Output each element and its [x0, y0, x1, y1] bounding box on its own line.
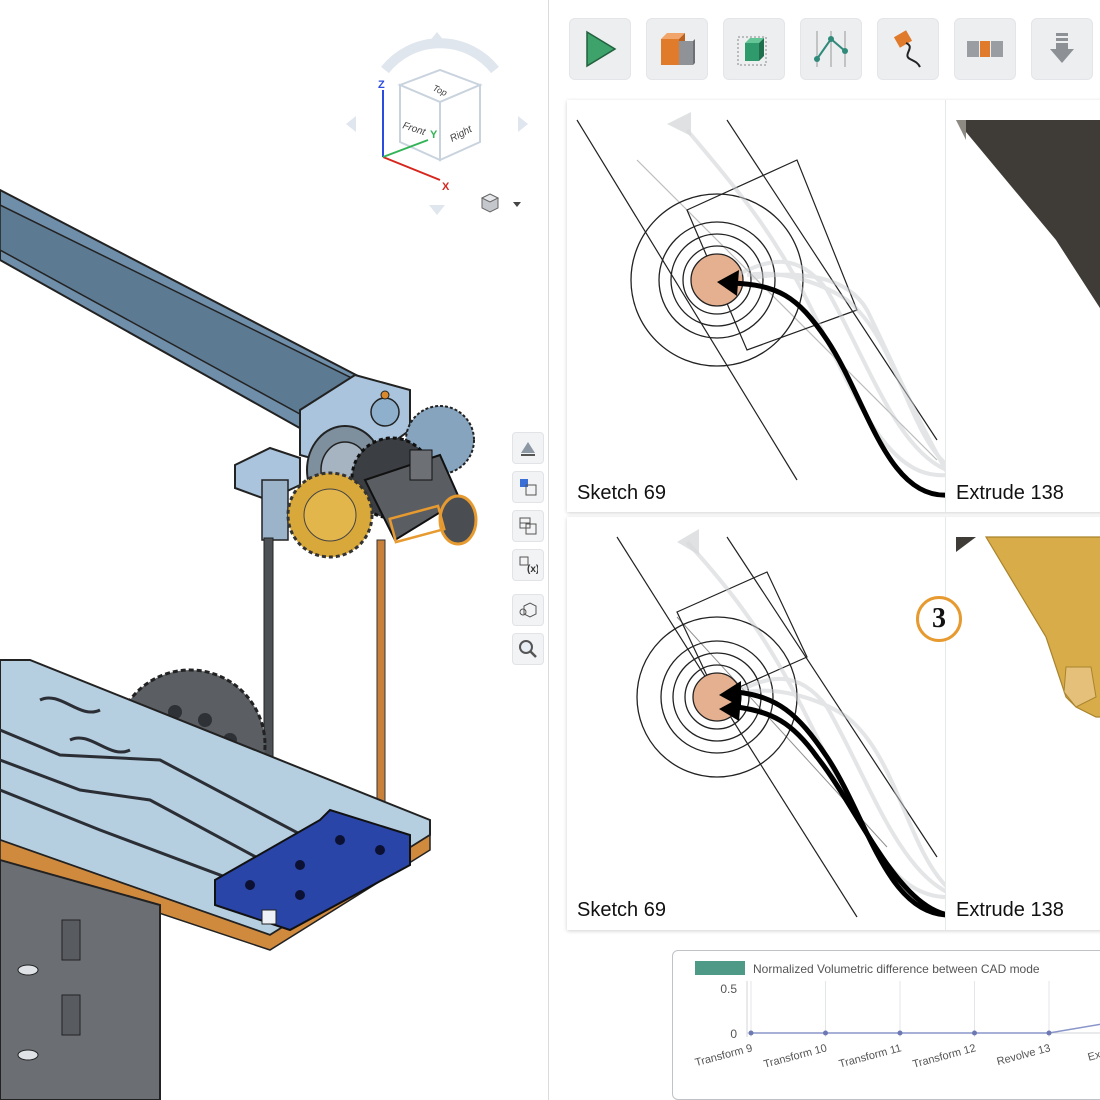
x-tick-label: Transform 12: [911, 1042, 977, 1070]
sketch-view-1[interactable]: Sketch 69: [567, 100, 950, 512]
rod-right: [376, 539, 386, 841]
corner-hole: [370, 397, 400, 427]
arrow-down-icon[interactable]: [429, 205, 445, 215]
y-tick-label: 0.5: [720, 982, 737, 996]
arrow-up-icon[interactable]: [429, 32, 445, 42]
card2-right-label: Extrude 138: [956, 899, 1064, 921]
card2-left-label: Sketch 69: [577, 899, 666, 921]
x-tick-label: Transform 10: [762, 1042, 828, 1070]
split-button[interactable]: [954, 18, 1016, 80]
camera-cube-icon: [519, 602, 537, 618]
orbit-arrow-icon[interactable]: [381, 38, 499, 74]
card1-right-label: Extrude 138: [956, 482, 1064, 504]
comparison-card-1: Sketch 69 Extrude 138: [567, 100, 1100, 512]
bounding-box-button[interactable]: [723, 18, 785, 80]
download-button[interactable]: [1031, 18, 1093, 80]
compare-parts-button[interactable]: [646, 18, 708, 80]
rod-foot: [261, 909, 277, 925]
variables-button[interactable]: (x): [512, 549, 544, 581]
axis-z-label: Z: [378, 79, 385, 91]
axis-x-label: X: [442, 181, 450, 193]
data-point[interactable]: [748, 1030, 754, 1036]
arrow-left-icon[interactable]: [346, 116, 356, 132]
line-graph-icon: [814, 31, 848, 67]
flow-arrow-main-2b: [736, 704, 950, 918]
clamp-post: [261, 479, 289, 541]
chart-canvas: Normalized Volumetric difference between…: [694, 961, 1100, 1071]
svg-text:(x): (x): [527, 564, 538, 575]
sketch-path-button[interactable]: [877, 18, 939, 80]
faded-arrow-head: [667, 112, 691, 136]
legend-swatch[interactable]: [695, 961, 745, 975]
motor-end-highlight[interactable]: [438, 494, 478, 546]
pencil-plane-icon: [521, 442, 535, 456]
axis-x-line: [382, 156, 441, 181]
named-views-button[interactable]: [512, 594, 544, 626]
data-point[interactable]: [823, 1030, 828, 1036]
card1-left-label: Sketch 69: [577, 482, 666, 504]
zoom-button[interactable]: [512, 633, 544, 665]
pin: [380, 390, 390, 400]
chevron-down-icon: [513, 202, 521, 207]
gear-gold-hub: [303, 488, 357, 542]
x-tick-label: Revolve 13: [995, 1042, 1051, 1068]
x-tick-label: Extrude: [1087, 1042, 1100, 1063]
magnifier-icon: [519, 640, 537, 658]
data-point[interactable]: [972, 1030, 977, 1036]
comparison-card-2: Sketch 69 Extrude 138: [567, 517, 1100, 930]
sketch-path-icon: [893, 30, 921, 68]
step-badge-3: 3: [916, 596, 962, 642]
variable-table-icon: (x): [519, 556, 538, 575]
part-compare-icon: [661, 33, 695, 65]
motor-tab: [409, 449, 433, 481]
play-icon: [586, 30, 617, 68]
data-point[interactable]: [897, 1030, 903, 1036]
play-button[interactable]: [569, 18, 631, 80]
mate-connector-button[interactable]: [512, 471, 544, 503]
extrude-view-1[interactable]: Extrude 138: [946, 100, 1100, 512]
x-tick-label: Transform 11: [838, 1042, 903, 1070]
axis-y-label: Y: [430, 129, 438, 141]
side-toolbar: (x): [508, 432, 548, 672]
grid-cube-icon: [520, 479, 537, 496]
arrow-right-icon[interactable]: [518, 116, 528, 132]
table-cube-icon: [519, 517, 537, 535]
graph-button[interactable]: [800, 18, 862, 80]
volumetric-difference-chart[interactable]: Normalized Volumetric difference between…: [672, 950, 1100, 1100]
sketch-view-2[interactable]: Sketch 69: [567, 517, 950, 930]
split-icon: [967, 41, 1003, 57]
data-point[interactable]: [1046, 1030, 1052, 1036]
x-tick-label: Transform 9: [694, 1042, 754, 1069]
extrude-body-dark: [956, 120, 1100, 309]
flow-arrow-main-2a: [736, 689, 950, 918]
view-options-dropdown[interactable]: [478, 192, 528, 216]
y-tick-label: 0: [730, 1027, 737, 1041]
render-style-button[interactable]: [512, 432, 544, 464]
download-arrow-icon: [1050, 33, 1074, 63]
legend-label: Normalized Volumetric difference between…: [753, 962, 1040, 976]
configuration-button[interactable]: [512, 510, 544, 542]
beam-inner-face: [0, 204, 372, 426]
extrude-view-2[interactable]: Extrude 138: [946, 517, 1100, 930]
analysis-toolbar: [569, 18, 1100, 82]
3d-viewport[interactable]: Top Front Right Z Y X (x): [0, 0, 548, 1100]
analysis-panel: Sketch 69 Extrude 138 Sketch 69 Extrude …: [548, 0, 1100, 1100]
bounding-box-icon: [737, 36, 767, 66]
